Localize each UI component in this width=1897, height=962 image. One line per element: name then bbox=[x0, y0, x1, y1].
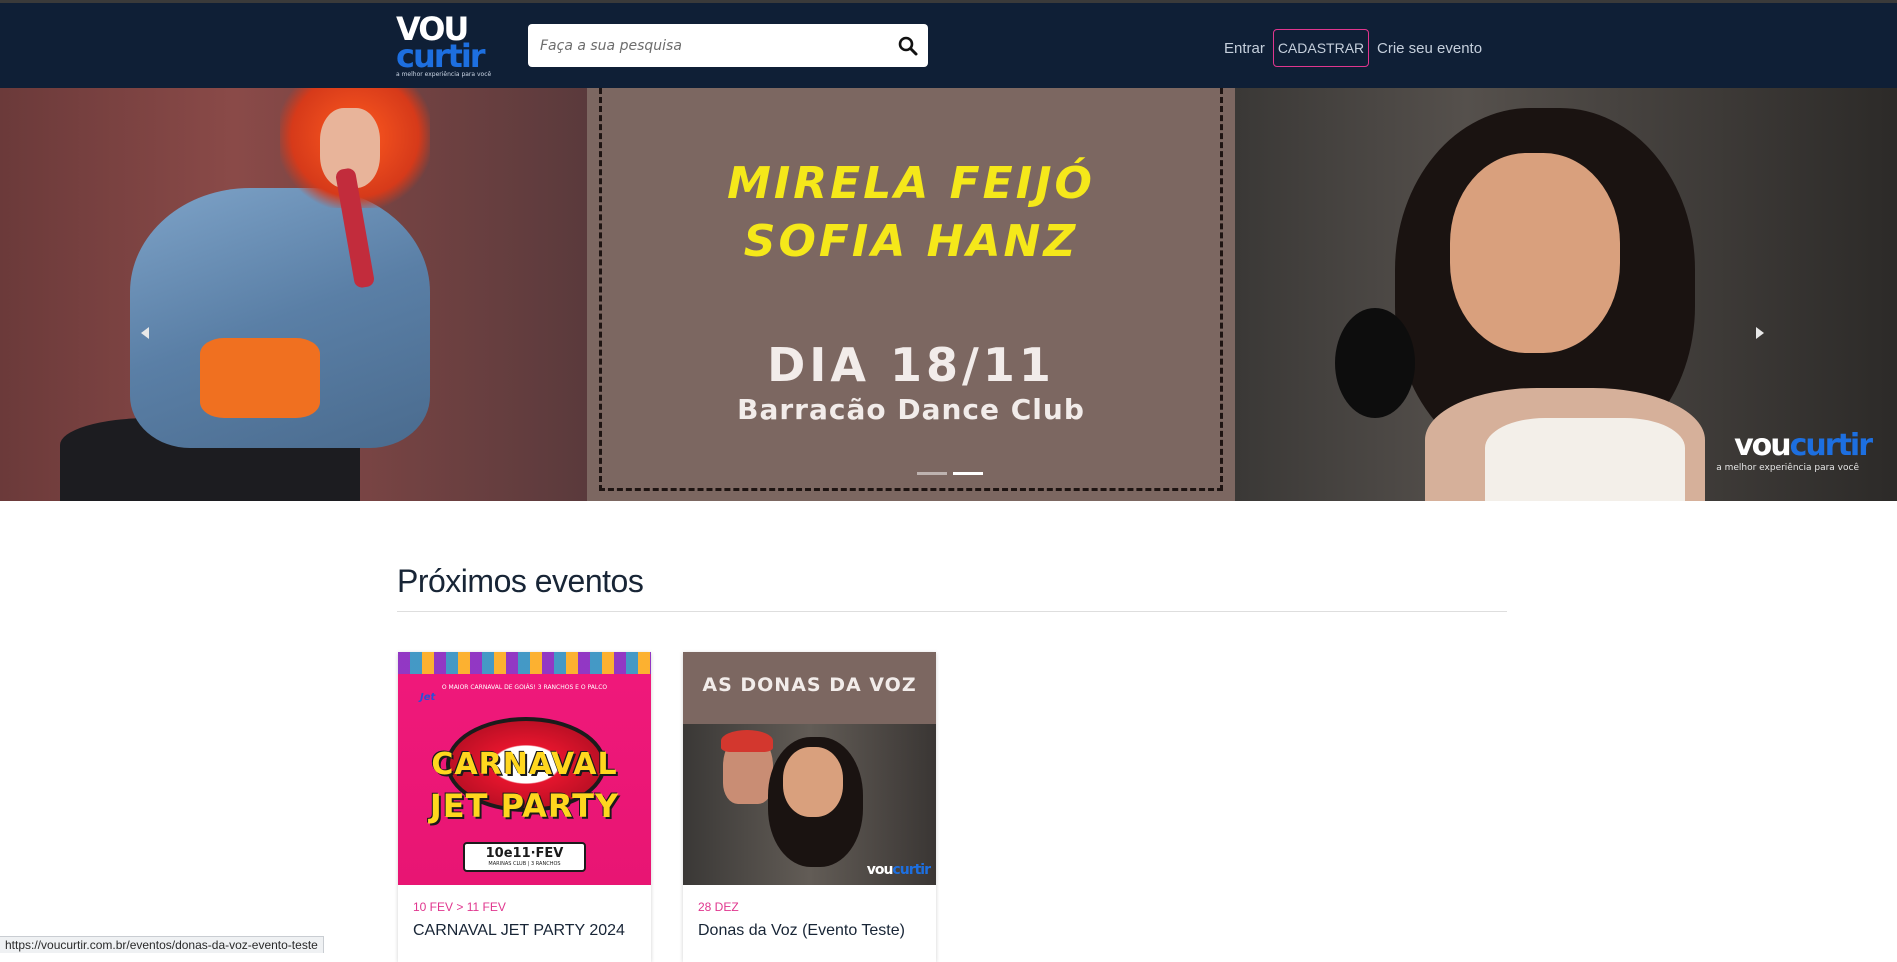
card-art-small-text: O MAIOR CARNAVAL DE GOIÁS! 3 RANCHOS E O… bbox=[441, 684, 608, 691]
event-card-date: 10 FEV > 11 FEV bbox=[413, 900, 506, 914]
chevron-left-icon bbox=[141, 327, 149, 339]
watermark-word-b: curtir bbox=[1789, 428, 1873, 463]
card-art-date: 10e11·FEV bbox=[485, 846, 564, 861]
event-card[interactable]: AS DONAS DA VOZ voucurtir 28 DEZ Donas d… bbox=[683, 652, 936, 962]
carousel-indicators bbox=[917, 472, 983, 475]
search-icon bbox=[898, 36, 918, 56]
singer-face-shape bbox=[1450, 153, 1620, 353]
section-title-upcoming-events: Próximos eventos bbox=[397, 563, 644, 599]
event-card-date: 28 DEZ bbox=[698, 900, 739, 914]
logo-tagline: a melhor experiência para você bbox=[396, 71, 492, 78]
poster-artist-2: SOFIA HANZ bbox=[743, 216, 1079, 267]
browser-status-url: https://voucurtir.com.br/eventos/donas-d… bbox=[0, 936, 324, 953]
event-card-title[interactable]: CARNAVAL JET PARTY 2024 bbox=[413, 922, 638, 940]
card-logo-word-a: vou bbox=[866, 862, 894, 878]
search-button[interactable] bbox=[896, 34, 920, 58]
watermark-word-a: vou bbox=[1734, 428, 1792, 463]
poster-date: DIA 18/11 bbox=[767, 338, 1055, 392]
pop-filter-shape bbox=[1335, 308, 1415, 418]
card-art-cap-shape bbox=[721, 730, 773, 752]
poster-artist-1: MIRELA FEIJÓ bbox=[727, 158, 1095, 209]
card-logo-word-b: curtir bbox=[892, 862, 931, 878]
card-art-title-line-2: JET PARTY bbox=[429, 787, 620, 825]
card-art-title-line-1: CARNAVAL bbox=[431, 747, 618, 782]
carousel-prev-button[interactable] bbox=[135, 323, 155, 343]
nav-login: Entrar bbox=[1224, 29, 1265, 67]
carousel-indicator-2[interactable] bbox=[953, 472, 983, 475]
event-card-title[interactable]: Donas da Voz (Evento Teste) bbox=[698, 922, 923, 940]
card-art-logo: voucurtir bbox=[866, 862, 931, 878]
hero-image-singer-right: voucurtir a melhor experiência para você bbox=[1235, 88, 1897, 501]
card-art-title: AS DONAS DA VOZ bbox=[702, 674, 917, 696]
card-art-datebox: 10e11·FEV MARINAS CLUB | 3 RANCHOS bbox=[463, 842, 586, 872]
card-art-brand: Jet bbox=[420, 692, 436, 703]
section-divider bbox=[397, 611, 1507, 612]
hero-watermark-tagline: a melhor experiência para você bbox=[1716, 463, 1859, 473]
card-art-face-shape bbox=[783, 747, 843, 817]
carousel-indicator-1[interactable] bbox=[917, 472, 947, 475]
singer-shirt-shape bbox=[200, 338, 320, 418]
singer-top-shape bbox=[1485, 418, 1685, 501]
card-art-stripe bbox=[398, 652, 651, 674]
site-logo[interactable]: VOU curtir a melhor experiência para voc… bbox=[396, 13, 496, 78]
event-card-image: AS DONAS DA VOZ voucurtir bbox=[683, 652, 936, 885]
hero-carousel: MIRELA FEIJÓ SOFIA HANZ DIA 18/11 Barrac… bbox=[0, 88, 1897, 501]
search-input[interactable] bbox=[528, 24, 878, 67]
hero-poster[interactable]: MIRELA FEIJÓ SOFIA HANZ DIA 18/11 Barrac… bbox=[587, 88, 1235, 501]
card-art-date-sub: MARINAS CLUB | 3 RANCHOS bbox=[488, 861, 561, 867]
logo-word-bottom: curtir bbox=[396, 37, 486, 75]
register-button[interactable]: CADASTRAR bbox=[1273, 29, 1369, 67]
create-event-link[interactable]: Crie seu evento bbox=[1377, 40, 1482, 57]
hero-image-singer-left bbox=[0, 88, 587, 501]
site-header: VOU curtir a melhor experiência para voc… bbox=[0, 3, 1897, 88]
carousel-next-button[interactable] bbox=[1750, 323, 1770, 343]
event-card-image: O MAIOR CARNAVAL DE GOIÁS! 3 RANCHOS E O… bbox=[398, 652, 651, 885]
hero-watermark-logo: voucurtir bbox=[1734, 428, 1873, 463]
chevron-right-icon bbox=[1756, 327, 1764, 339]
login-link[interactable]: Entrar bbox=[1224, 40, 1265, 57]
nav-create-event: Crie seu evento bbox=[1377, 29, 1482, 67]
search-box bbox=[528, 24, 928, 67]
poster-dashed-border bbox=[599, 88, 1223, 491]
event-card[interactable]: O MAIOR CARNAVAL DE GOIÁS! 3 RANCHOS E O… bbox=[398, 652, 651, 962]
poster-venue: Barracão Dance Club bbox=[737, 393, 1085, 426]
